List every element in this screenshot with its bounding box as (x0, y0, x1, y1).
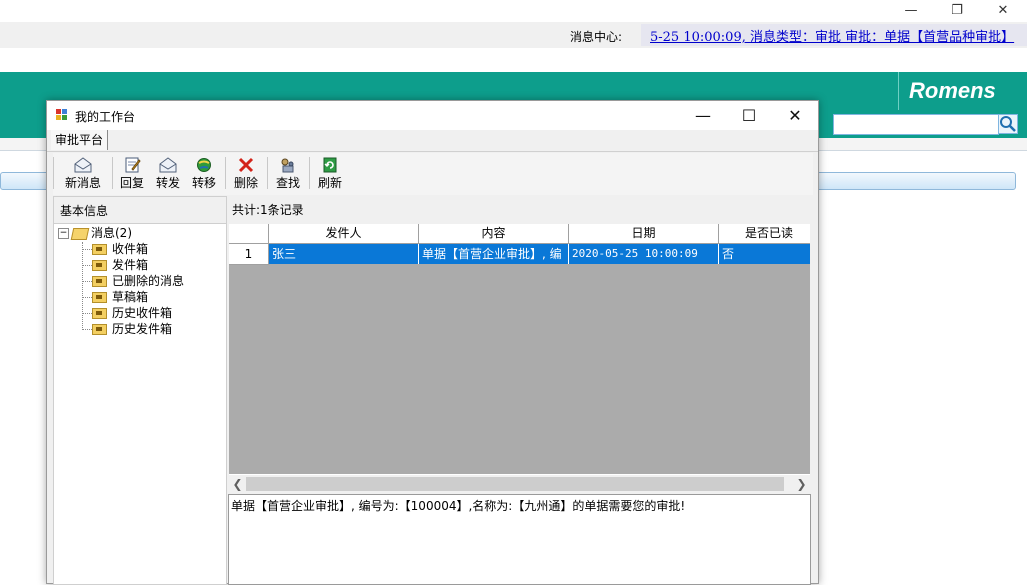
message-center-label: 消息中心: (570, 30, 623, 44)
grid-horizontal-scrollbar[interactable]: ❮ ❯ (229, 474, 810, 493)
app-grid-icon (56, 109, 67, 120)
forward-mail-icon (159, 157, 177, 173)
tree-root-label: 消息(2) (91, 226, 132, 240)
tree-item-label: 历史收件箱 (112, 306, 173, 320)
delete-label: 删除 (233, 176, 258, 190)
workbench-dialog: 我的工作台 — ☐ ✕ 审批平台 新消息 回复 转发 转移 删除 查找 刷新 基… (46, 100, 819, 585)
transfer-button[interactable]: 转移 (187, 155, 221, 193)
dialog-title-bar[interactable]: 我的工作台 — ☐ ✕ (47, 101, 818, 130)
toolbar-separator (112, 157, 113, 189)
basic-info-label: 基本信息 (60, 204, 109, 218)
tree-item-label: 发件箱 (112, 258, 149, 272)
mailbox-folder-icon (92, 276, 107, 287)
toolbar-grip (53, 157, 54, 189)
tree-item-label: 已删除的消息 (112, 274, 185, 288)
reply-label: 回复 (119, 176, 144, 190)
tab-approval-platform[interactable]: 审批平台 (51, 130, 109, 150)
mailbox-folder-icon (92, 260, 107, 271)
message-detail-pane[interactable]: 单据【首营企业审批】, 编号为:【100004】,名称为:【九州通】的单据需要您… (228, 494, 811, 585)
open-folder-icon (70, 227, 90, 240)
app-restore-button[interactable]: ❐ (934, 0, 980, 22)
column-header-date[interactable]: 日期 (569, 224, 719, 244)
toolbar-separator (309, 157, 310, 189)
row-index[interactable]: 1 (229, 244, 269, 265)
tree-root-messages[interactable]: − 消息(2) (58, 225, 132, 241)
cell-date[interactable]: 2020-05-25 10:00:09 (569, 244, 719, 264)
tree-connector (82, 297, 92, 298)
transfer-globe-icon (197, 158, 211, 172)
scroll-right-icon[interactable]: ❯ (793, 475, 810, 493)
mailbox-folder-icon (92, 244, 107, 255)
reply-edit-icon (125, 157, 141, 173)
new-message-button[interactable]: 新消息 (57, 155, 109, 193)
collapse-icon[interactable]: − (58, 228, 69, 239)
refresh-button[interactable]: 刷新 (313, 155, 347, 193)
message-detail-text: 单据【首营企业审批】, 编号为:【100004】,名称为:【九州通】的单据需要您… (231, 499, 686, 513)
toolbar: 新消息 回复 转发 转移 删除 查找 刷新 (53, 153, 813, 195)
dialog-close-button[interactable]: ✕ (772, 101, 818, 130)
tab-underline (47, 151, 818, 152)
brand-logo: Romens (898, 72, 1027, 110)
tree-connector (82, 265, 92, 266)
delete-x-icon (238, 157, 254, 173)
tree-connector (82, 313, 92, 314)
basic-info-header: 基本信息 (53, 196, 227, 224)
message-marquee[interactable]: 5-25 10:00:09, 消息类型：审批 审批：单据【首营品种审批】 (641, 24, 1027, 46)
scroll-left-icon[interactable]: ❮ (229, 475, 246, 493)
app-search-input[interactable] (833, 114, 999, 135)
mailbox-folder-icon (92, 292, 107, 303)
tree-item-outbox[interactable]: 发件箱 (82, 257, 148, 273)
refresh-icon (323, 157, 337, 173)
cell-content[interactable]: 单据【首营企业审批】, 编 (419, 244, 569, 264)
scroll-thumb[interactable] (246, 477, 784, 491)
toolbar-separator (225, 157, 226, 189)
delete-button[interactable]: 删除 (229, 155, 263, 193)
new-message-label: 新消息 (64, 176, 101, 190)
message-marquee-link[interactable]: 5-25 10:00:09, 消息类型：审批 审批：单据【首营品种审批】 (650, 26, 1014, 45)
message-grid[interactable]: 发件人 内容 日期 是否已读 1 张三 单据【首营企业审批】, 编 2020-0… (229, 224, 810, 474)
app-close-button[interactable]: ✕ (980, 0, 1026, 22)
tree-item-deleted[interactable]: 已删除的消息 (82, 273, 184, 289)
folder-tree[interactable]: − 消息(2) 收件箱 发件箱 已删除的消息 草稿箱 历史收件箱 历史发件箱 (53, 223, 227, 585)
tree-item-history-inbox[interactable]: 历史收件箱 (82, 305, 172, 321)
reply-button[interactable]: 回复 (115, 155, 149, 193)
cell-read[interactable]: 否 (719, 244, 810, 264)
toolbar-separator (267, 157, 268, 189)
find-binoculars-icon (281, 158, 294, 173)
dialog-minimize-button[interactable]: — (680, 101, 726, 130)
forward-button[interactable]: 转发 (151, 155, 185, 193)
tree-item-label: 历史发件箱 (112, 322, 173, 336)
tree-item-inbox[interactable]: 收件箱 (82, 241, 148, 257)
column-header-sender[interactable]: 发件人 (269, 224, 419, 244)
tree-item-history-outbox[interactable]: 历史发件箱 (82, 321, 172, 337)
transfer-label: 转移 (191, 176, 216, 190)
dialog-title: 我的工作台 (75, 110, 136, 124)
tree-item-label: 草稿箱 (112, 290, 149, 304)
cell-sender[interactable]: 张三 (269, 244, 419, 264)
dialog-maximize-button[interactable]: ☐ (726, 101, 772, 130)
record-count-bar: 共计:1条记录 (228, 196, 817, 222)
app-minimize-button[interactable]: — (888, 0, 934, 22)
tree-item-label: 收件箱 (112, 242, 149, 256)
tree-connector (82, 249, 92, 250)
column-header-read[interactable]: 是否已读 (719, 224, 810, 244)
app-title-bar (0, 0, 1027, 22)
brand-logo-text: Romens (909, 78, 996, 103)
mailbox-folder-icon (92, 324, 107, 335)
header-gap (0, 48, 1027, 72)
column-header-content[interactable]: 内容 (419, 224, 569, 244)
record-count: 共计:1条记录 (232, 203, 304, 217)
find-button[interactable]: 查找 (271, 155, 305, 193)
refresh-label: 刷新 (317, 176, 342, 190)
envelope-icon (74, 157, 92, 173)
grid-corner-header (229, 224, 269, 244)
search-icon[interactable] (998, 114, 1018, 134)
tree-connector (82, 281, 92, 282)
mailbox-folder-icon (92, 308, 107, 319)
forward-label: 转发 (155, 176, 180, 190)
tree-connector (82, 329, 92, 330)
find-label: 查找 (275, 176, 300, 190)
tree-item-drafts[interactable]: 草稿箱 (82, 289, 148, 305)
